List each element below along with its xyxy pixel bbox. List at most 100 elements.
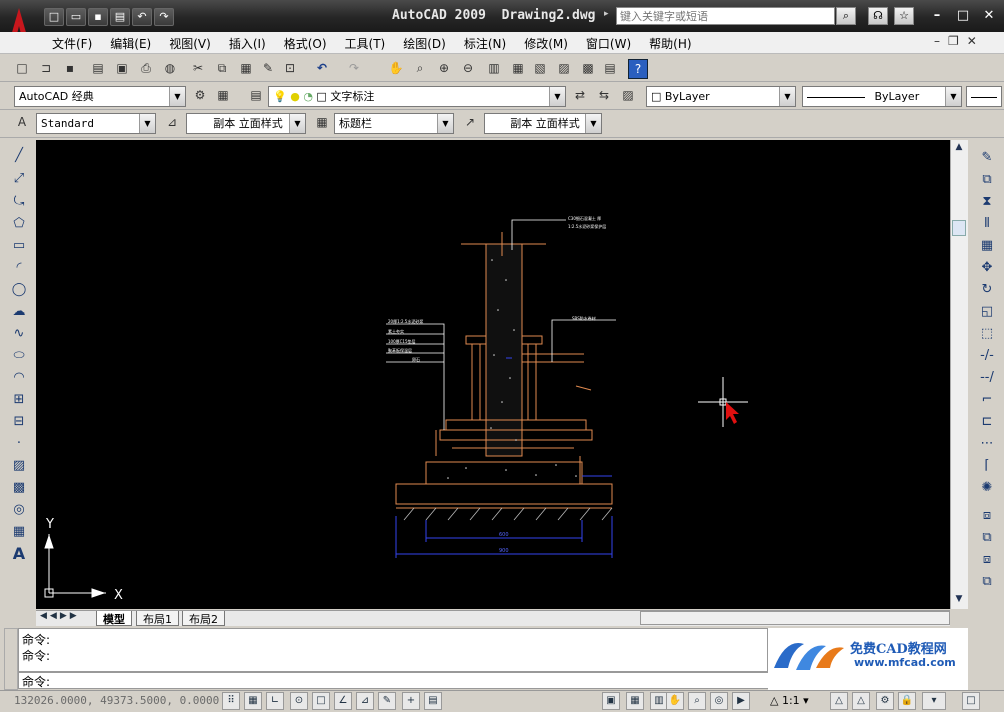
dim-style-combo[interactable]: 副本 立面样式 ▼ bbox=[186, 113, 306, 134]
plot-preview-icon[interactable]: ▣ bbox=[112, 59, 132, 79]
horizontal-scrollbar[interactable] bbox=[640, 611, 950, 625]
tool-palettes-icon[interactable]: ▧ bbox=[530, 59, 550, 79]
text-style-combo[interactable]: Standard ▼ bbox=[36, 113, 156, 134]
object-snap-icon[interactable]: □ bbox=[312, 692, 330, 710]
dimension-style-icon[interactable]: ⊿ bbox=[162, 113, 182, 133]
qnew-icon[interactable]: □ bbox=[12, 59, 32, 79]
menu-format[interactable]: 格式(O) bbox=[284, 35, 327, 52]
zoom-previous-icon[interactable]: ⊖ bbox=[458, 59, 478, 79]
chevron-down-icon[interactable]: ▼ bbox=[139, 114, 155, 133]
polygon-icon[interactable]: ⬠ bbox=[8, 214, 30, 234]
chevron-down-icon[interactable]: ▼ bbox=[945, 87, 961, 106]
offset-icon[interactable]: ⫴ bbox=[976, 214, 998, 234]
draworder-front-icon[interactable]: ⧈ bbox=[976, 506, 998, 526]
quick-properties-icon[interactable]: ▤ bbox=[424, 692, 442, 710]
rectangle-icon[interactable]: ▭ bbox=[8, 236, 30, 256]
polyline-icon[interactable]: ⤿ bbox=[8, 192, 30, 212]
erase-icon[interactable]: ✎ bbox=[976, 148, 998, 168]
steering-wheel-icon[interactable]: ◎ bbox=[710, 692, 728, 710]
tab-layout1[interactable]: 布局1 bbox=[136, 611, 179, 626]
menu-insert[interactable]: 插入(I) bbox=[229, 35, 266, 52]
toolbar-lock-icon[interactable]: ▦ bbox=[213, 86, 233, 106]
ellipse-arc-icon[interactable]: ◠ bbox=[8, 368, 30, 388]
scroll-up-icon[interactable]: ▲ bbox=[952, 142, 966, 156]
match-properties-icon[interactable]: ✎ bbox=[258, 59, 278, 79]
dynamic-ucs-icon[interactable]: ⊿ bbox=[356, 692, 374, 710]
cut-icon[interactable]: ✂ bbox=[188, 59, 208, 79]
help-icon[interactable]: ? bbox=[628, 59, 648, 79]
lineweight-display-icon[interactable]: + bbox=[402, 692, 420, 710]
copy-object-icon[interactable]: ⧉ bbox=[976, 170, 998, 190]
multileader-style-icon[interactable]: ↗ bbox=[460, 113, 480, 133]
point-icon[interactable]: · bbox=[8, 434, 30, 454]
tab-model[interactable]: 模型 bbox=[96, 611, 132, 626]
close-window-icon[interactable]: ✕ bbox=[978, 8, 1000, 26]
chamfer-icon[interactable]: ⋯ bbox=[976, 434, 998, 454]
table-style-combo[interactable]: 标题栏 ▼ bbox=[334, 113, 454, 134]
ellipse-icon[interactable]: ⬭ bbox=[8, 346, 30, 366]
spline-icon[interactable]: ∿ bbox=[8, 324, 30, 344]
scale-icon[interactable]: ◱ bbox=[976, 302, 998, 322]
linetype-combo[interactable]: ByLayer ▼ bbox=[802, 86, 962, 107]
copy-icon[interactable]: ⧉ bbox=[212, 59, 232, 79]
table-style-icon[interactable]: ▦ bbox=[312, 113, 332, 133]
mleader-style-combo[interactable]: 副本 立面样式 ▼ bbox=[484, 113, 602, 134]
menu-dimension[interactable]: 标注(N) bbox=[464, 35, 506, 52]
menu-file[interactable]: 文件(F) bbox=[52, 35, 92, 52]
array-icon[interactable]: ▦ bbox=[976, 236, 998, 256]
pan-icon[interactable]: ✋ bbox=[386, 59, 406, 79]
communication-center-icon[interactable]: ☊ bbox=[868, 7, 888, 25]
annotation-visibility-icon[interactable]: △ bbox=[830, 692, 848, 710]
command-scrollbar[interactable] bbox=[986, 630, 1000, 686]
vertical-scroll-thumb[interactable] bbox=[952, 220, 966, 236]
pan-status-icon[interactable]: ✋ bbox=[666, 692, 684, 710]
zoom-realtime-icon[interactable]: ⌕ bbox=[410, 59, 430, 79]
drawing-canvas[interactable]: 600 900 C30细石混凝土 厚 1:2.5水泥砂浆保护层 SBS防水卷材 … bbox=[36, 140, 950, 609]
lineweight-combo[interactable] bbox=[966, 86, 1002, 107]
multiline-text-icon[interactable]: A bbox=[8, 544, 30, 564]
tab-navigation-arrows-icon[interactable]: ◀◀▶▶ bbox=[40, 611, 80, 621]
minimize-window-icon[interactable]: – bbox=[926, 8, 948, 26]
design-center-icon[interactable]: ▦ bbox=[508, 59, 528, 79]
zoom-status-icon[interactable]: ⌕ bbox=[688, 692, 706, 710]
layer-previous-icon[interactable]: ⇆ bbox=[594, 86, 614, 106]
construction-line-icon[interactable]: ⤢ bbox=[8, 169, 30, 189]
redo-icon[interactable]: ↷ bbox=[154, 8, 174, 26]
region-icon[interactable]: ◎ bbox=[8, 500, 30, 520]
tab-layout2[interactable]: 布局2 bbox=[182, 611, 225, 626]
quick-view-layouts-icon[interactable]: ▦ bbox=[626, 692, 644, 710]
save-icon[interactable]: ▪ bbox=[88, 8, 108, 26]
favorites-star-icon[interactable]: ☆ bbox=[894, 7, 914, 25]
layer-states-icon[interactable]: ▨ bbox=[618, 86, 638, 106]
dynamic-input-icon[interactable]: ✎ bbox=[378, 692, 396, 710]
line-icon[interactable]: ╱ bbox=[8, 146, 30, 166]
sheet-set-icon[interactable]: ▨ bbox=[554, 59, 574, 79]
maximize-window-icon[interactable]: □ bbox=[952, 8, 974, 26]
paste-icon[interactable]: ▦ bbox=[236, 59, 256, 79]
break-icon[interactable]: ⌐ bbox=[976, 390, 998, 410]
chevron-down-icon[interactable]: ▼ bbox=[289, 114, 305, 133]
menu-edit[interactable]: 编辑(E) bbox=[110, 35, 151, 52]
workspace-switching-icon[interactable]: ⚙ bbox=[876, 692, 894, 710]
make-block-icon[interactable]: ⊟ bbox=[8, 412, 30, 432]
circle-icon[interactable]: ◯ bbox=[8, 280, 30, 300]
command-window-grip[interactable] bbox=[4, 628, 18, 690]
3d-dwf-icon[interactable]: ◍ bbox=[160, 59, 180, 79]
gradient-icon[interactable]: ▩ bbox=[8, 478, 30, 498]
showmotion-icon[interactable]: ▶ bbox=[732, 692, 750, 710]
chevron-down-icon[interactable]: ▼ bbox=[779, 87, 795, 106]
join-icon[interactable]: ⊏ bbox=[976, 412, 998, 432]
explode-icon[interactable]: ✺ bbox=[976, 478, 998, 498]
menu-help[interactable]: 帮助(H) bbox=[649, 35, 691, 52]
clean-screen-icon[interactable]: □ bbox=[962, 692, 980, 710]
properties-icon[interactable]: ▥ bbox=[484, 59, 504, 79]
rotate-icon[interactable]: ↻ bbox=[976, 280, 998, 300]
menu-draw[interactable]: 绘图(D) bbox=[403, 35, 446, 52]
menu-window[interactable]: 窗口(W) bbox=[586, 35, 631, 52]
text-style-icon[interactable]: A bbox=[12, 113, 32, 133]
calculator-icon[interactable]: ▤ bbox=[600, 59, 620, 79]
hatch-icon[interactable]: ▨ bbox=[8, 456, 30, 476]
undo-icon[interactable]: ↶ bbox=[132, 8, 152, 26]
doc-close-icon[interactable]: ✕ bbox=[967, 34, 977, 48]
publish-icon[interactable]: ⎙ bbox=[136, 59, 156, 79]
